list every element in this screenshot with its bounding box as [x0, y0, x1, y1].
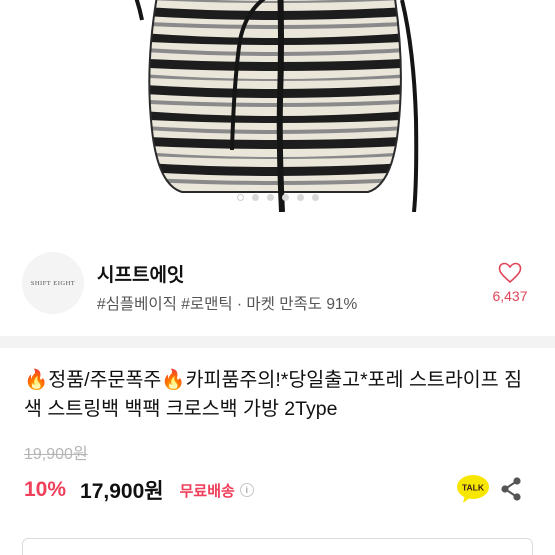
- carousel-pager[interactable]: [0, 194, 555, 201]
- talk-label: TALK: [462, 483, 485, 493]
- shop-logo[interactable]: SHIFT EIGHT: [22, 252, 84, 314]
- option-box[interactable]: [22, 538, 533, 555]
- free-shipping-badge: 무료배송: [179, 482, 235, 500]
- carousel-dot[interactable]: [236, 194, 244, 201]
- info-icon[interactable]: i: [239, 483, 254, 497]
- shop-info[interactable]: SHIFT EIGHT 시프트에잇 #심플베이직 #로맨틱 · 마켓 만족도 9…: [0, 240, 555, 335]
- carousel-dot[interactable]: [251, 194, 259, 201]
- carousel-dot[interactable]: [281, 194, 289, 201]
- carousel-dot[interactable]: [311, 194, 319, 201]
- carousel-dot[interactable]: [266, 194, 274, 201]
- like-count: 6,437: [492, 288, 528, 304]
- heart-icon[interactable]: [498, 262, 522, 284]
- shop-name[interactable]: 시프트에잇: [97, 260, 184, 287]
- shop-logo-text: SHIFT EIGHT: [30, 279, 76, 287]
- product-image-carousel[interactable]: [0, 0, 555, 235]
- carousel-dot[interactable]: [296, 194, 304, 201]
- product-photo: [134, 0, 419, 212]
- share-icon[interactable]: [498, 476, 524, 502]
- sale-price: 17,900원: [80, 480, 164, 503]
- price-row: 10% 17,900원 무료배송 i: [24, 476, 254, 504]
- original-price: 19,900원: [24, 446, 88, 463]
- discount-rate: 10%: [24, 478, 67, 501]
- product-title: 🔥정품/주문폭주🔥카피품주의!*당일출고*포레 스트라이프 짐색 스트링백 백팩…: [24, 369, 523, 420]
- section-divider: [0, 336, 555, 348]
- kakao-talk-icon[interactable]: TALK: [456, 474, 490, 504]
- shop-tags: #심플베이직 #로맨틱 · 마켓 만족도 91%: [97, 296, 358, 313]
